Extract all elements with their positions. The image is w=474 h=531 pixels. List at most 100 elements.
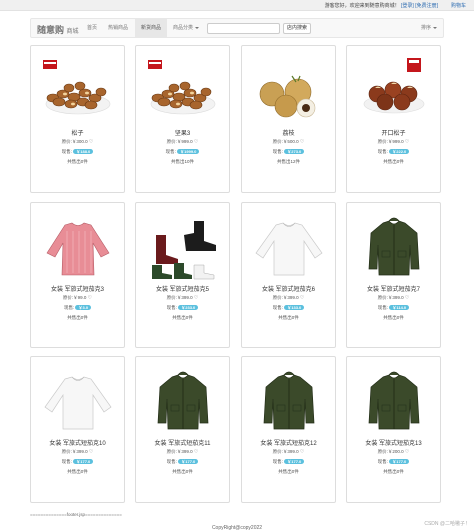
sold-count-row: 共售出0件 [242, 315, 335, 321]
favorite-icon[interactable]: ♡ [405, 449, 409, 455]
original-price-row: 原价:￥500.0 ♡ [242, 139, 335, 145]
current-price-badge: ￥177.0 [284, 459, 305, 464]
green-jacket-icon[interactable] [136, 365, 229, 437]
brand-logo[interactable]: 随意购 商城 [37, 23, 79, 36]
product-name[interactable]: 荔枝 [242, 128, 335, 137]
current-price-row: 现售: ￥3.0 [31, 305, 124, 311]
favorite-icon[interactable]: ♡ [405, 295, 409, 301]
current-price-label: 现售: [166, 305, 177, 310]
product-name[interactable]: 松子 [31, 128, 124, 137]
product-name[interactable]: 女装 军旅式短茄克10 [31, 438, 124, 447]
original-price-row: 原价:￥399.0 ♡ [242, 449, 335, 455]
nav-hot[interactable]: 热销商品 [102, 19, 134, 37]
green-jacket-icon[interactable] [347, 211, 440, 283]
product-card[interactable]: 女装 军旅式短茄克13 原价:￥200.0 ♡ 现售: ￥177.0 共售出0件 [346, 356, 441, 503]
product-name[interactable]: 女装 军旅式短茄克7 [347, 284, 440, 293]
favorite-icon[interactable]: ♡ [194, 139, 198, 145]
boots-icon[interactable] [136, 211, 229, 283]
favorite-icon[interactable]: ♡ [194, 449, 198, 455]
green-jacket-icon[interactable] [242, 365, 335, 437]
green-jacket-icon[interactable] [347, 365, 440, 437]
favorite-icon[interactable]: ♡ [405, 139, 409, 145]
white-shirt-icon[interactable] [31, 365, 124, 437]
original-price-row: 原价:￥399.0 ♡ [347, 295, 440, 301]
original-price: 200.0 [392, 449, 404, 454]
sold-prefix: 共售出 [172, 469, 186, 474]
login-link[interactable]: [登录] [401, 3, 414, 9]
sold-prefix: 共售出 [383, 159, 397, 164]
product-name[interactable]: 女装 军旅式短茄克6 [242, 284, 335, 293]
original-price-row: 原价:￥399.0 ♡ [242, 295, 335, 301]
sold-count-row: 共售出0件 [347, 315, 440, 321]
product-name[interactable]: 开口松子 [347, 128, 440, 137]
sold-suffix: 件 [399, 469, 404, 474]
white-shirt-icon[interactable] [242, 211, 335, 283]
favorite-icon[interactable]: ♡ [89, 139, 93, 145]
original-price: 399.0 [287, 295, 299, 300]
original-price-label: 原价: [377, 449, 388, 454]
nav-category-label: 商品分类 [173, 25, 194, 31]
nav-category-dropdown[interactable]: 商品分类 [167, 19, 205, 37]
sold-prefix: 共售出 [67, 159, 81, 164]
current-price-badge: ￥233.0 [178, 305, 199, 310]
favorite-icon[interactable]: ♡ [88, 295, 92, 301]
product-name[interactable]: 女装 军旅式短茄克3 [31, 284, 124, 293]
current-price-badge: ￥177.0 [389, 459, 410, 464]
product-card[interactable]: 女装 军旅式短茄克6 原价:￥399.0 ♡ 现售: ￥133.0 共售出0件 [241, 202, 336, 348]
favorite-icon[interactable]: ♡ [89, 449, 93, 455]
navbar: 随意购 商城 首页 热销商品 新货商品 商品分类 店内搜索 排序 [30, 18, 444, 38]
product-card[interactable]: 女装 军旅式短茄克12 原价:￥399.0 ♡ 现售: ￥177.0 共售出0件 [241, 356, 336, 503]
search-button[interactable]: 店内搜索 [283, 23, 311, 34]
longan-icon[interactable] [242, 54, 335, 126]
product-name[interactable]: 女装 军旅式短茄克11 [136, 438, 229, 447]
original-price-label: 原价: [61, 139, 72, 144]
chestnut-icon[interactable] [347, 54, 440, 126]
nav-home[interactable]: 首页 [81, 19, 103, 37]
original-price: 300.0 [76, 139, 88, 144]
product-card[interactable]: 女装 军旅式短茄克7 原价:￥399.0 ♡ 现售: ￥114.0 共售出0件 [346, 202, 441, 348]
nav-new[interactable]: 新货商品 [135, 19, 168, 37]
cart-link[interactable]: 购物车 [451, 2, 466, 9]
current-price-badge: ￥3.0 [75, 305, 92, 310]
product-name[interactable]: 女装 军旅式短茄克13 [347, 438, 440, 447]
sold-count-row: 共售出0件 [242, 469, 335, 475]
favorite-icon[interactable]: ♡ [300, 139, 304, 145]
product-card[interactable]: 女装 军旅式短茄克11 原价:￥399.0 ♡ 现售: ￥177.0 共售出0件 [135, 356, 230, 503]
current-price-row: 现售: ￥133.0 [242, 305, 335, 311]
product-card[interactable]: 坚果3 原价:￥999.0 ♡ 现售: ￥1999.0 共售出10件 [135, 45, 230, 193]
sort-dropdown[interactable]: 排序 [421, 19, 437, 37]
original-price-row: 原价:￥999.0 ♡ [347, 139, 440, 145]
current-price-row: 现售: ￥222.0 [347, 149, 440, 155]
register-link[interactable]: [免费注册] [415, 3, 438, 9]
nuts-icon[interactable] [31, 54, 124, 126]
sold-prefix: 共售出 [67, 315, 81, 320]
sold-prefix: 共售出 [383, 315, 397, 320]
product-card[interactable]: 开口松子 原价:￥999.0 ♡ 现售: ￥222.0 共售出0件 [346, 45, 441, 193]
product-card[interactable]: 荔枝 原价:￥500.0 ♡ 现售: ￥273.0 共售出12件 [241, 45, 336, 193]
product-name[interactable]: 女装 军旅式短茄克12 [242, 438, 335, 447]
original-price-label: 原价: [272, 449, 283, 454]
sold-suffix: 件 [399, 159, 404, 164]
product-name[interactable]: 女装 军旅式短茄克5 [136, 284, 229, 293]
sold-prefix: 共售出 [383, 469, 397, 474]
original-price-label: 原价: [272, 139, 283, 144]
search-input[interactable] [207, 23, 280, 34]
product-card[interactable]: 松子 原价:￥300.0 ♡ 现售: ￥188.0 共售出0件 [30, 45, 125, 193]
product-card[interactable]: 女装 军旅式短茄克5 原价:￥399.0 ♡ 现售: ￥233.0 共售出0件 [135, 202, 230, 348]
original-price-row: 原价:￥399.0 ♡ [136, 295, 229, 301]
product-name[interactable]: 坚果3 [136, 128, 229, 137]
pink-blouse-icon[interactable] [31, 211, 124, 283]
original-price: 99.0 [77, 295, 87, 300]
favorite-icon[interactable]: ♡ [194, 295, 198, 301]
favorite-icon[interactable]: ♡ [300, 295, 304, 301]
product-card[interactable]: 女装 军旅式短茄克3 原价:￥99.0 ♡ 现售: ￥3.0 共售出0件 [30, 202, 125, 348]
current-price-badge: ￥177.0 [178, 459, 199, 464]
sold-suffix: 件 [83, 469, 88, 474]
product-card[interactable]: 女装 军旅式短茄克10 原价:￥399.0 ♡ 现售: ￥177.0 共售出0件 [30, 356, 125, 503]
original-price: 399.0 [76, 449, 88, 454]
watermark: CSDN @二哈嗷子！ [424, 521, 470, 527]
current-price-label: 现售: [272, 305, 283, 310]
favorite-icon[interactable]: ♡ [300, 449, 304, 455]
nuts-icon[interactable] [136, 54, 229, 126]
original-price-label: 原价: [166, 295, 177, 300]
